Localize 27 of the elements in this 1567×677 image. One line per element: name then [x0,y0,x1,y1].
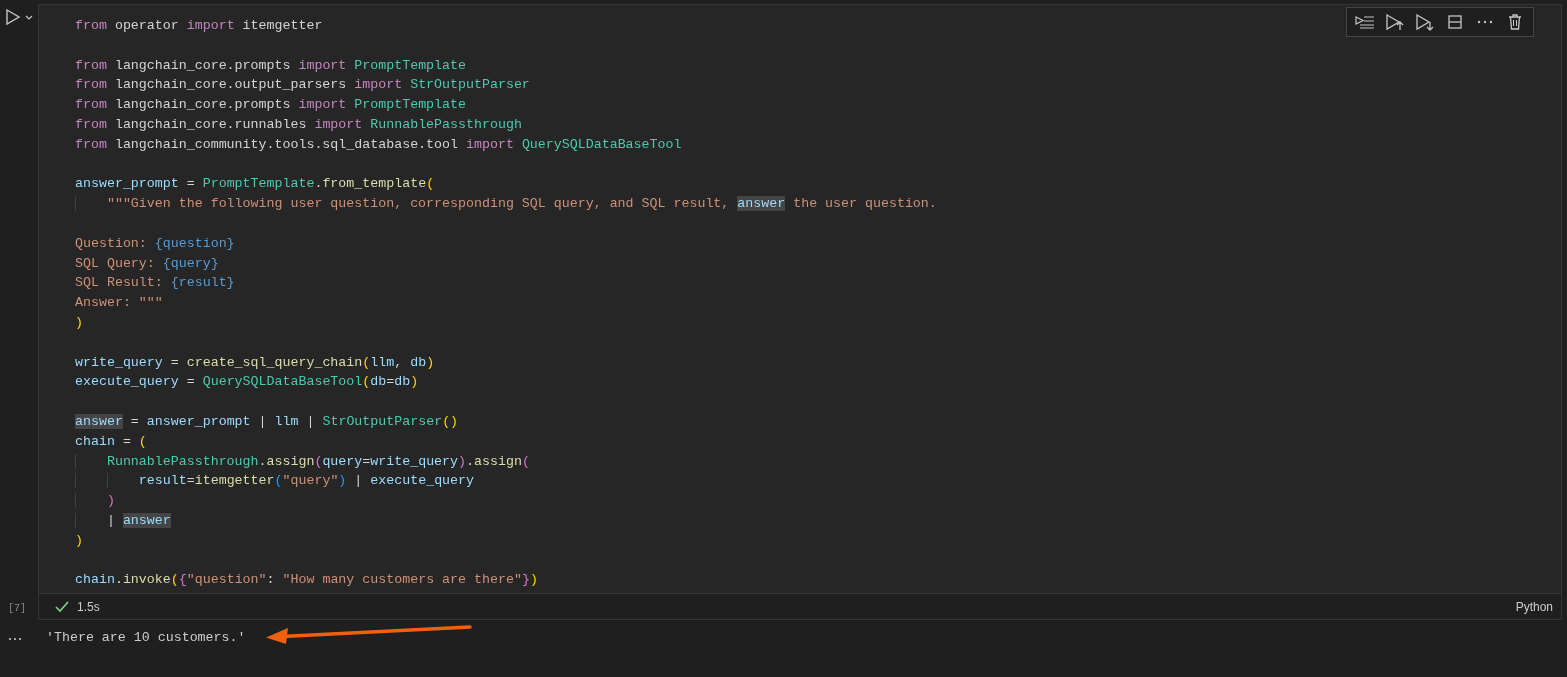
execution-time: 1.5s [77,598,100,616]
code-line: ) [75,313,83,332]
output-text: 'There are 10 customers.' [46,629,246,648]
code-line: write_query = create_sql_query_chain(llm, db) [75,353,435,372]
code-line: from langchain_core.runnables import RunnablePassthrough [75,116,522,134]
language-label[interactable]: Python [1515,597,1553,616]
code-line: ) [75,531,83,550]
code-line: """Given the following user question, corresponding SQL query, and SQL result, answer the user question. [75,194,937,214]
code-line: SQL Query: {query} [75,254,219,273]
code-line: Answer: """ [75,294,163,313]
code-line: from langchain_community.tools.sql_database.tool import QuerySQLDataBaseTool [75,135,682,154]
code-line: SQL Result: {result} [75,274,235,293]
code-line: answer_prompt = PromptTemplate.from_template( [75,175,435,194]
execution-count: [7] [7,602,27,617]
code-line: chain.invoke({"question": "How many customers are there"}) [75,571,538,590]
code-line: from langchain_core.output_parsers import StrOutputParser [75,76,530,95]
code-line: result=itemgetter("query") | execute_query [75,471,475,492]
code-line: | answer [75,510,171,531]
code-line: answer = answer_prompt | llm | StrOutputParser() [75,412,459,431]
code-line: RunnablePassthrough.assign(query=write_query).assign( [75,451,530,472]
code-line: from langchain_core.prompts import PromptTemplate [75,96,466,115]
code-line: execute_query = QuerySQLDataBaseTool(db=db) [75,373,419,392]
code-line: chain = ( [75,432,147,451]
code-line: Question: {question} [75,234,235,253]
code-line: ) [75,491,115,511]
code-line: from operator import itemgetter [75,17,323,35]
code-line: from langchain_core.prompts import PromptTemplate [75,56,466,75]
